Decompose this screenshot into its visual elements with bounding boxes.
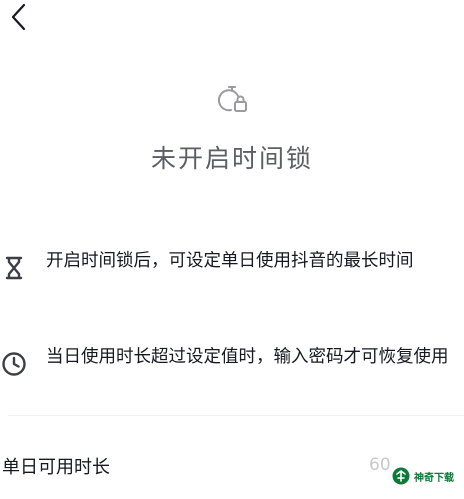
shenqi-logo	[392, 467, 410, 485]
section-divider	[8, 415, 464, 416]
feature-text: 开启时间锁后，可设定单日使用抖音的最长时间	[46, 251, 414, 271]
hourglass-icon	[5, 256, 23, 280]
time-lock-status-title: 未开启时间锁	[150, 144, 313, 173]
feature-text: 当日使用时长超过设定值时，输入密码才可恢复使用	[46, 347, 449, 367]
daily-limit-value: 60	[369, 455, 391, 475]
watermark-text: 神奇下载	[414, 472, 454, 484]
back-button[interactable]	[4, 2, 34, 32]
chevron-left-icon	[11, 3, 26, 31]
feature-item-password-unlock: 当日使用时长超过设定值时，输入密码才可恢复使用	[0, 342, 464, 402]
clock-icon	[2, 352, 26, 376]
timer-lock-icon	[218, 86, 247, 112]
daily-limit-label: 单日可用时长	[2, 457, 110, 478]
watermark: 神奇下载	[392, 458, 460, 494]
feature-item-daily-limit: 开启时间锁后，可设定单日使用抖音的最长时间	[0, 246, 464, 306]
time-lock-page: 未开启时间锁 开启时间锁后，可设定单日使用抖音的最长时间 当日使用时长超过设定值…	[0, 0, 464, 499]
